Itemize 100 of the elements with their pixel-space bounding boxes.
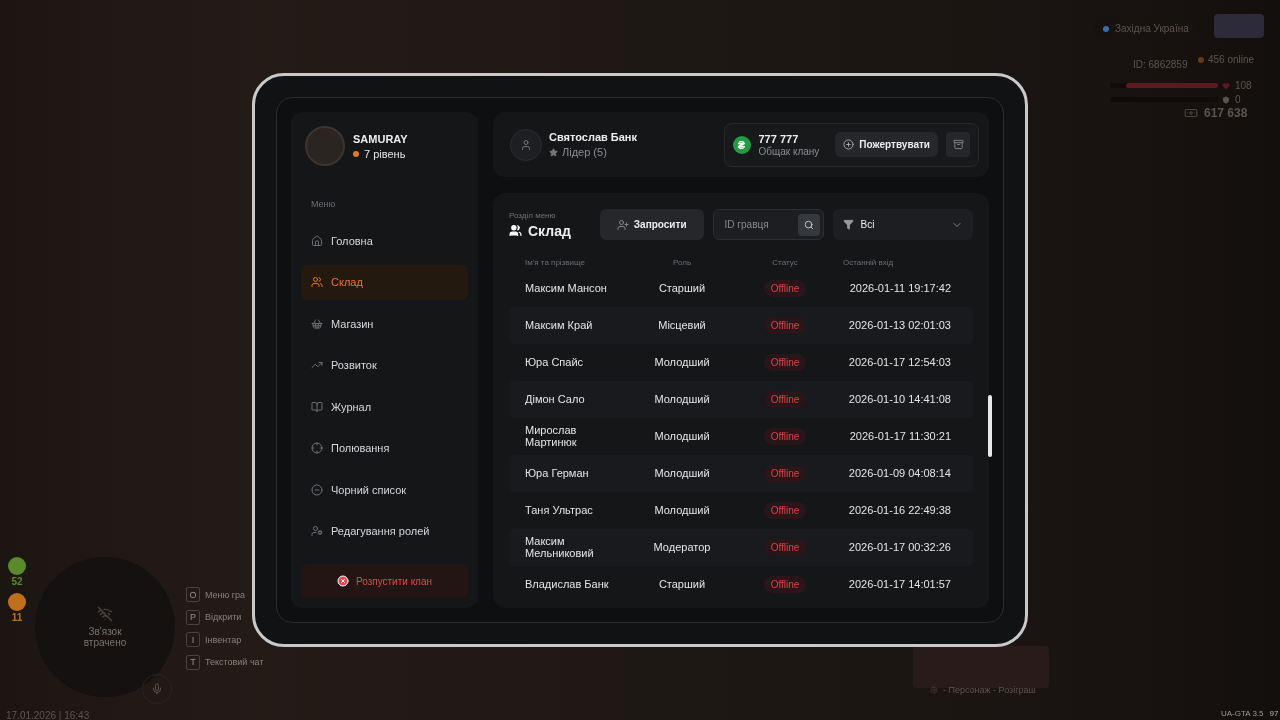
table-cell-text: 2026-01-11 19:17:42 bbox=[848, 282, 952, 295]
hotkey-label: Текстовий чат bbox=[205, 657, 264, 667]
status-badge: Offline bbox=[763, 354, 807, 371]
user-plus-icon bbox=[616, 218, 629, 231]
table-cell-text: Молодший bbox=[653, 356, 711, 369]
shield-icon bbox=[1222, 95, 1230, 104]
column-header: Ім'я та прізвище bbox=[525, 258, 586, 268]
status-badge: Offline bbox=[763, 576, 807, 593]
search-button[interactable] bbox=[797, 213, 820, 236]
microphone-icon bbox=[151, 683, 163, 695]
menu-item[interactable]: Розвиток bbox=[301, 347, 468, 383]
table-cell-text: Владислав Банк bbox=[525, 578, 610, 591]
player-level: 7 рівень bbox=[364, 147, 406, 160]
menu-item[interactable]: Магазин bbox=[301, 306, 468, 341]
player-name: SAMURAY bbox=[353, 132, 408, 145]
column-header: Останній вхід bbox=[842, 258, 895, 268]
status-badge: Offline bbox=[763, 280, 807, 297]
search-icon bbox=[803, 219, 814, 230]
leader-role: Лідер (5) bbox=[562, 146, 607, 158]
table-cell-text: 2026-01-17 11:30:21 bbox=[848, 430, 952, 443]
status-badge: Offline bbox=[763, 539, 807, 556]
table-cell-text: 2026-01-17 14:01:57 bbox=[847, 578, 952, 591]
menu-item[interactable]: Полювання bbox=[301, 430, 468, 466]
menu-icon bbox=[311, 359, 323, 371]
table-cell-text: Молодший bbox=[653, 430, 711, 443]
archive-button[interactable] bbox=[946, 132, 970, 157]
logo-picture bbox=[1214, 14, 1264, 38]
bank-label: Общак клану bbox=[758, 145, 820, 157]
menu-icon bbox=[311, 234, 323, 247]
table-cell-text: Максим Мельниковий bbox=[525, 535, 595, 560]
people-icon bbox=[509, 224, 522, 237]
counter-value: 52 bbox=[11, 576, 23, 587]
table-cell-text: Старший bbox=[657, 578, 707, 591]
online-count: 456 online bbox=[1208, 54, 1255, 65]
money-amount: 617 638 bbox=[1204, 106, 1248, 120]
game-version: UA-GTA 3.5 bbox=[1221, 709, 1264, 718]
status-badge: Offline bbox=[763, 428, 807, 445]
table-cell-text: Модератор bbox=[652, 541, 712, 554]
table-cell-text: Таня Ультрас bbox=[525, 504, 594, 517]
table-cell-text: Молодший bbox=[653, 504, 711, 517]
table-cell-text: Максим Край bbox=[525, 319, 594, 332]
column-header: Роль bbox=[671, 258, 693, 268]
menu-icon bbox=[311, 400, 323, 413]
health-value: 108 bbox=[1235, 80, 1252, 91]
hotkey-label: Меню гра bbox=[205, 589, 246, 600]
table-cell-text: 2026-01-09 04:08:14 bbox=[847, 467, 952, 480]
fps-counter: 97 bbox=[1269, 709, 1279, 718]
armor-value: 0 bbox=[1235, 94, 1241, 105]
section-caption: Розділ меню bbox=[509, 210, 557, 220]
status-badge: Offline bbox=[763, 317, 807, 334]
section-title: Склад bbox=[528, 222, 571, 239]
filter-dropdown[interactable]: Всі bbox=[832, 209, 973, 240]
plus-circle-icon bbox=[843, 139, 855, 150]
avatar bbox=[305, 126, 345, 166]
menu-icon bbox=[311, 442, 323, 454]
status-badge: Offline bbox=[763, 465, 807, 482]
table-cell-text: Молодший bbox=[653, 467, 711, 480]
status-badge: Offline bbox=[763, 391, 807, 408]
close-circle-icon bbox=[336, 575, 349, 587]
table-cell-text: 2026-01-16 22:49:38 bbox=[847, 504, 952, 517]
table-cell-text: Старший bbox=[657, 282, 707, 295]
user-icon bbox=[520, 138, 532, 151]
filter-value: Всі bbox=[860, 219, 876, 230]
menu-item[interactable]: Чорний список bbox=[301, 472, 468, 507]
table-cell-text: Місцевий bbox=[657, 319, 707, 332]
menu-item[interactable]: Журнал bbox=[301, 389, 468, 424]
wifi-off-icon bbox=[97, 606, 113, 622]
scrollbar-thumb[interactable] bbox=[988, 395, 992, 457]
menu-icon bbox=[311, 317, 323, 330]
hotkey-key: O bbox=[186, 587, 200, 602]
archive-icon bbox=[952, 139, 964, 150]
banknote-icon bbox=[1184, 106, 1198, 120]
gear-icon bbox=[930, 686, 938, 694]
funnel-icon bbox=[842, 219, 854, 230]
table-cell-text: Мирослав Мартинюк bbox=[525, 424, 578, 449]
invite-button[interactable]: Запросити bbox=[599, 209, 704, 240]
player-id: ID: 6862859 bbox=[1133, 59, 1188, 70]
hotkey-key: T bbox=[186, 654, 200, 670]
menu-item[interactable]: Склад bbox=[301, 264, 468, 300]
menu-item[interactable]: Редагування ролей bbox=[301, 513, 468, 549]
menu-icon bbox=[311, 483, 323, 496]
search-field[interactable]: ID гравця bbox=[722, 218, 798, 231]
column-header: Статус bbox=[771, 258, 799, 268]
search-box[interactable]: ID гравця bbox=[712, 209, 824, 240]
table-cell-text: 2026-01-10 14:41:08 bbox=[847, 393, 952, 406]
table-cell-text: 2026-01-17 12:54:03 bbox=[847, 356, 952, 369]
hotkey-key: P bbox=[186, 609, 200, 625]
dissolve-clan-button[interactable]: Розпустити клан bbox=[301, 564, 468, 598]
leader-name: Святослав Банк bbox=[549, 131, 637, 143]
connection-status: Зв'язок втрачено bbox=[82, 626, 128, 648]
star-icon bbox=[549, 147, 558, 157]
giveaway-caption: - Персонаж - Розіграш bbox=[943, 685, 1036, 695]
table-cell-text: Молодший bbox=[653, 393, 711, 406]
donate-button[interactable]: Пожертвувати bbox=[835, 132, 938, 157]
hotkey-label: Відкрити bbox=[205, 612, 242, 622]
menu-label: Меню bbox=[311, 199, 337, 209]
counter-value: 11 bbox=[11, 612, 23, 623]
menu-icon bbox=[311, 276, 323, 288]
menu-item[interactable]: Головна bbox=[301, 223, 468, 258]
table-cell-text: Юра Спайс bbox=[525, 356, 585, 369]
